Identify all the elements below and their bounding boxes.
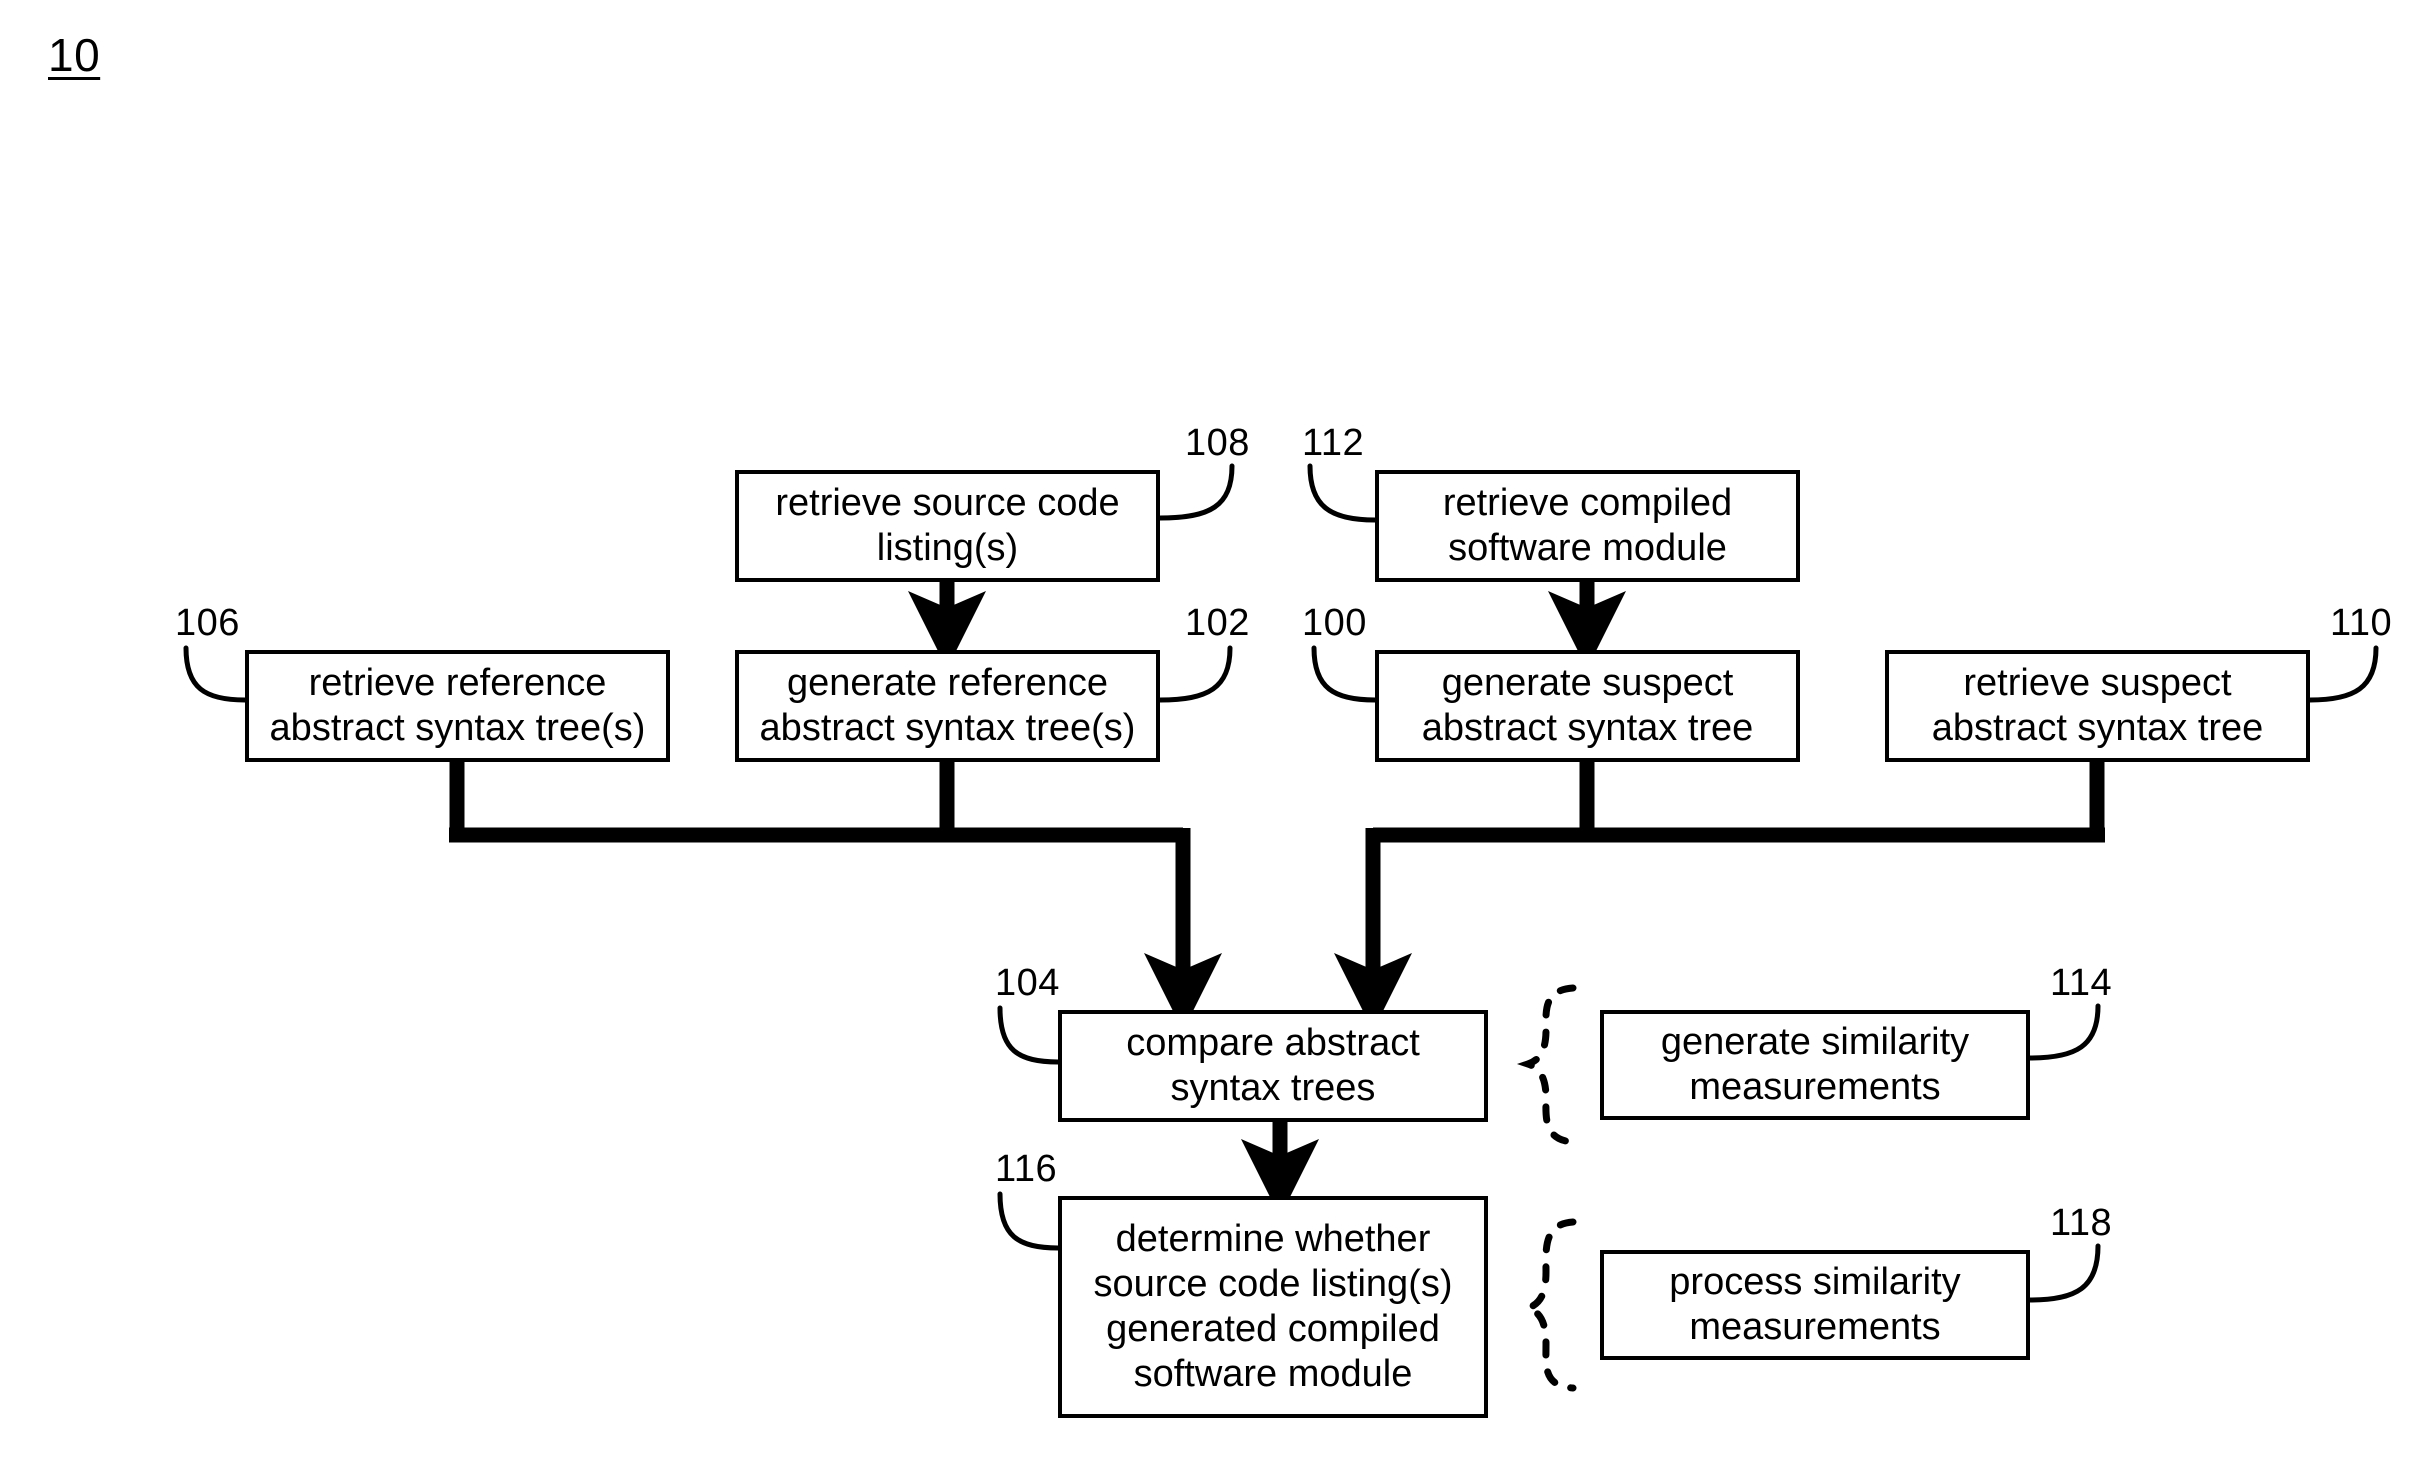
ref-numeral-100: 100 [1302, 602, 1367, 644]
leader-108 [1157, 463, 1235, 521]
node-generate-similarity-measurements[interactable]: generate similarity measurements [1600, 1010, 2030, 1120]
node-label: retrieve source code listing(s) [775, 482, 1120, 569]
ref-numeral-118: 118 [2050, 1202, 2113, 1244]
figure-canvas: 10 retrieve source code listing(s) retri… [0, 0, 2410, 1480]
ref-numeral-114: 114 [2050, 962, 2113, 1004]
node-label: retrieve compiled software module [1442, 482, 1733, 569]
node-retrieve-suspect-abstract-syntax-tree[interactable]: retrieve suspect abstract syntax tree [1885, 650, 2310, 762]
leader-104 [997, 1005, 1061, 1065]
leader-102 [1157, 645, 1233, 703]
node-compare-abstract-syntax-trees[interactable]: compare abstract syntax trees [1058, 1010, 1488, 1122]
bus-left [449, 762, 1183, 843]
brace-process-similarity [1516, 1218, 1577, 1392]
leader-118 [2027, 1243, 2101, 1303]
ref-numeral-110: 110 [2330, 602, 2393, 644]
ref-numeral-108: 108 [1185, 422, 1250, 464]
figure-number-label: 10 [48, 29, 101, 81]
ref-numeral-106: 106 [175, 602, 240, 644]
leader-106 [183, 645, 248, 703]
node-determine-whether-source-generated-module[interactable]: determine whether source code listing(s)… [1058, 1196, 1488, 1418]
ref-numeral-112: 112 [1302, 422, 1365, 464]
node-label: generate reference abstract syntax tree(… [759, 662, 1136, 749]
node-label: retrieve suspect abstract syntax tree [1931, 662, 2264, 749]
leader-112 [1307, 463, 1378, 523]
leader-lines [183, 463, 2379, 1303]
leader-114 [2027, 1003, 2101, 1061]
node-label: generate suspect abstract syntax tree [1421, 662, 1754, 749]
node-label: determine whether source code listing(s)… [1093, 1218, 1453, 1395]
node-label: generate similarity measurements [1660, 1021, 1970, 1108]
node-label: process similarity measurements [1669, 1261, 1961, 1348]
node-retrieve-source-code-listings[interactable]: retrieve source code listing(s) [735, 470, 1160, 582]
node-label: compare abstract syntax trees [1126, 1022, 1420, 1109]
node-label: retrieve reference abstract syntax tree(… [269, 662, 646, 749]
leader-100 [1311, 645, 1378, 703]
node-retrieve-compiled-software-module[interactable]: retrieve compiled software module [1375, 470, 1800, 582]
ref-numeral-116: 116 [995, 1148, 1058, 1190]
brace-generate-similarity [1516, 984, 1577, 1146]
ref-numeral-104: 104 [995, 962, 1060, 1004]
ref-numeral-102: 102 [1185, 602, 1250, 644]
node-generate-reference-abstract-syntax-trees[interactable]: generate reference abstract syntax tree(… [735, 650, 1160, 762]
leader-110 [2307, 645, 2379, 703]
node-generate-suspect-abstract-syntax-tree[interactable]: generate suspect abstract syntax tree [1375, 650, 1800, 762]
bus-right [1373, 762, 2105, 843]
leader-116 [997, 1191, 1061, 1251]
node-process-similarity-measurements[interactable]: process similarity measurements [1600, 1250, 2030, 1360]
node-retrieve-reference-abstract-syntax-trees[interactable]: retrieve reference abstract syntax tree(… [245, 650, 670, 762]
